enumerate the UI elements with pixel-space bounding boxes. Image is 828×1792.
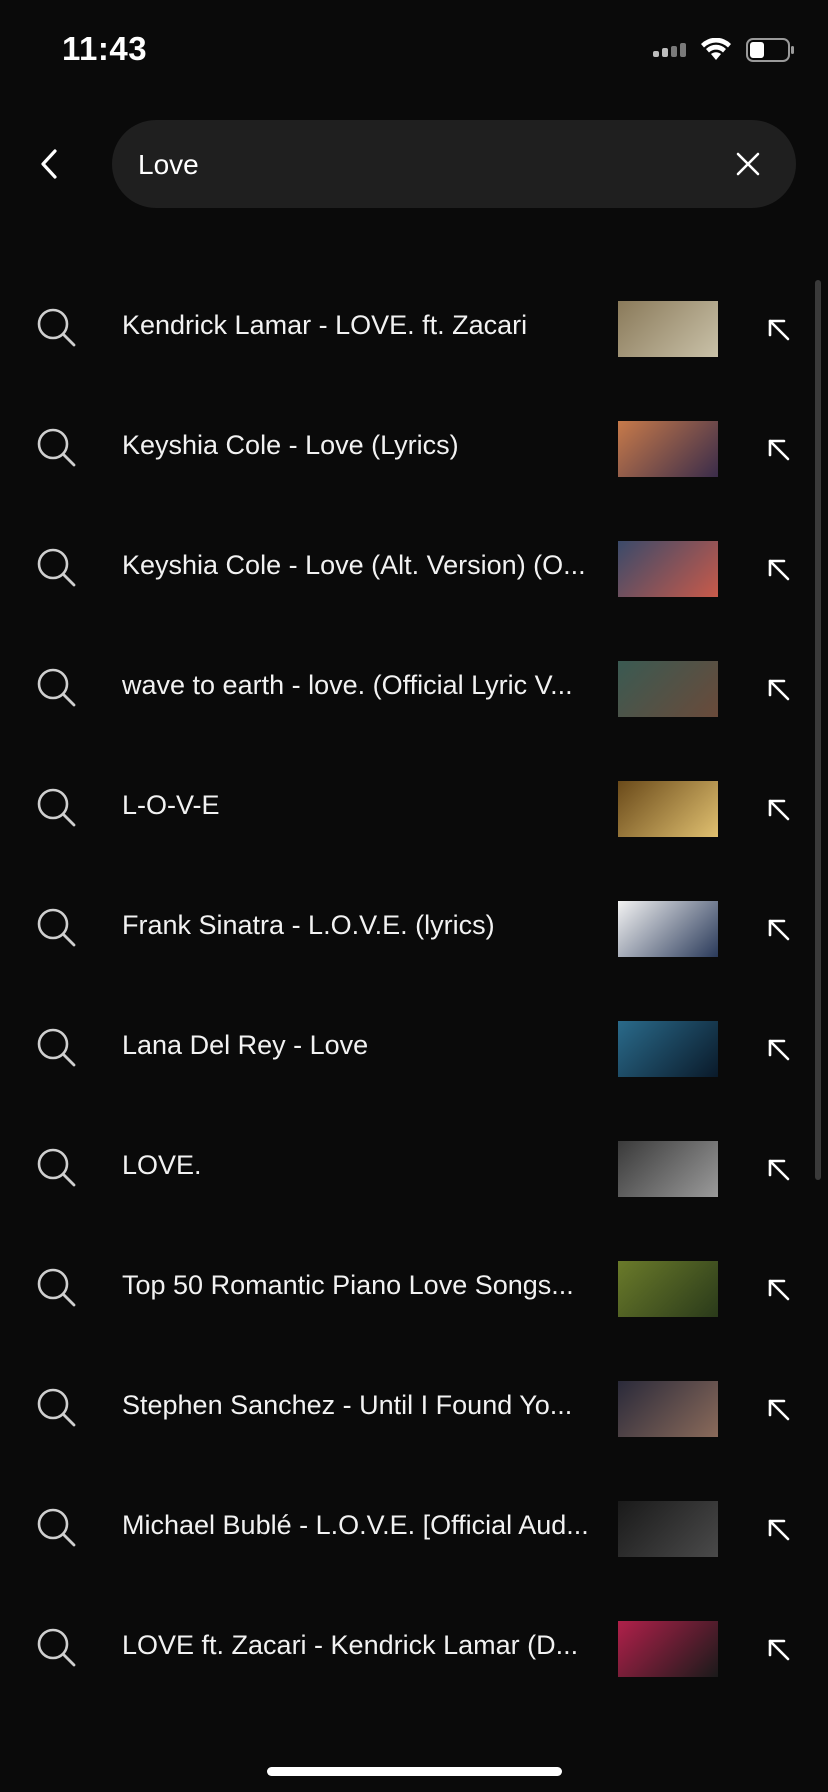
suggestion-title: Stephen Sanchez - Until I Found Yo... [122,1390,573,1420]
arrow-up-left-icon[interactable] [762,793,794,825]
arrow-up-left-icon[interactable] [762,1513,794,1545]
suggestion-row[interactable]: Top 50 Romantic Piano Love Songs... [0,1225,828,1345]
suggestion-title: Keyshia Cole - Love (Alt. Version) (O... [122,550,586,580]
suggestion-title: Top 50 Romantic Piano Love Songs... [122,1270,574,1300]
arrow-up-left-icon[interactable] [762,433,794,465]
search-box[interactable] [112,120,796,210]
search-suggestions-list: Kendrick Lamar - LOVE. ft. Zacari Keyshia… [0,265,828,1705]
search-icon [37,668,76,707]
search-icon [37,428,76,467]
suggestion-thumbnail [618,421,718,477]
clear-search-button[interactable] [726,142,770,186]
search-header [0,120,828,210]
suggestion-thumbnail [618,541,718,597]
search-icon [37,1628,76,1667]
home-indicator [267,1767,562,1776]
suggestion-thumbnail [618,1501,718,1557]
cellular-signal-icon [653,43,686,57]
arrow-up-left-icon[interactable] [762,1153,794,1185]
suggestion-title: LOVE. [122,1150,202,1180]
search-icon [37,1388,76,1427]
arrow-up-left-icon[interactable] [762,913,794,945]
suggestion-row[interactable]: Michael Bublé - L.O.V.E. [Official Aud..… [0,1465,828,1585]
status-icons [653,36,796,64]
suggestion-row[interactable]: LOVE ft. Zacari - Kendrick Lamar (D... [0,1585,828,1705]
suggestion-row[interactable]: Stephen Sanchez - Until I Found Yo... [0,1345,828,1465]
arrow-up-left-icon[interactable] [762,673,794,705]
suggestion-thumbnail [618,781,718,837]
back-button[interactable] [26,134,72,194]
suggestion-title: wave to earth - love. (Official Lyric V.… [122,670,573,700]
suggestion-thumbnail [618,1381,718,1437]
suggestion-row[interactable]: Lana Del Rey - Love [0,985,828,1105]
search-icon [37,1148,76,1187]
status-bar: 11:43 [0,0,828,100]
suggestion-thumbnail [618,661,718,717]
suggestion-row[interactable]: Kendrick Lamar - LOVE. ft. Zacari [0,265,828,385]
suggestion-thumbnail [618,1261,718,1317]
arrow-up-left-icon[interactable] [762,1033,794,1065]
suggestion-thumbnail [618,901,718,957]
arrow-up-left-icon[interactable] [762,1633,794,1665]
suggestion-row[interactable]: Keyshia Cole - Love (Alt. Version) (O... [0,505,828,625]
scrollbar[interactable] [815,280,821,1180]
suggestion-row[interactable]: Keyshia Cole - Love (Lyrics) [0,385,828,505]
search-icon [37,308,76,347]
search-icon [37,1508,76,1547]
close-icon [736,152,760,176]
suggestion-thumbnail [618,1141,718,1197]
search-icon [37,788,76,827]
wifi-icon [700,38,732,62]
search-icon [37,548,76,587]
search-icon [37,1028,76,1067]
suggestion-thumbnail [618,301,718,357]
suggestion-title: Keyshia Cole - Love (Lyrics) [122,430,459,460]
suggestion-row[interactable]: Frank Sinatra - L.O.V.E. (lyrics) [0,865,828,985]
suggestion-row[interactable]: LOVE. [0,1105,828,1225]
status-time: 11:43 [62,30,148,67]
suggestion-title: LOVE ft. Zacari - Kendrick Lamar (D... [122,1630,579,1660]
suggestion-title: Frank Sinatra - L.O.V.E. (lyrics) [122,910,495,940]
arrow-up-left-icon[interactable] [762,1393,794,1425]
arrow-up-left-icon[interactable] [762,1273,794,1305]
search-input[interactable] [136,120,700,210]
suggestion-title: Michael Bublé - L.O.V.E. [Official Aud..… [122,1510,589,1540]
suggestion-thumbnail [618,1021,718,1077]
search-icon [37,1268,76,1307]
suggestion-row[interactable]: wave to earth - love. (Official Lyric V.… [0,625,828,745]
suggestion-title: Lana Del Rey - Love [122,1030,369,1060]
battery-icon [746,37,796,63]
suggestion-thumbnail [618,1621,718,1677]
suggestion-title: L-O-V-E [122,790,220,820]
search-icon [37,908,76,947]
suggestion-title: Kendrick Lamar - LOVE. ft. Zacari [122,310,528,340]
arrow-up-left-icon[interactable] [762,553,794,585]
arrow-up-left-icon[interactable] [762,313,794,345]
suggestion-row[interactable]: L-O-V-E [0,745,828,865]
chevron-left-icon [41,149,57,179]
